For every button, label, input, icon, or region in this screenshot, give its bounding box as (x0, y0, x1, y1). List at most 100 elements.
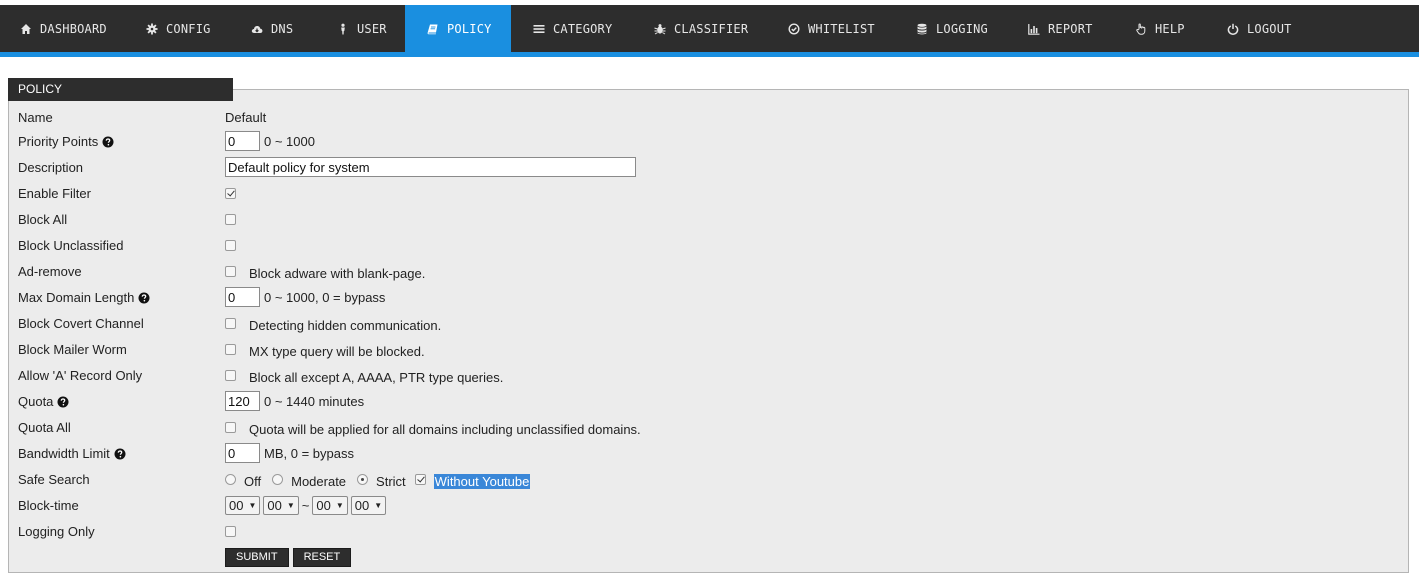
row-quota: Quota 0 ~ 1440 minutes (18, 390, 1398, 412)
enable-filter-checkbox[interactable] (225, 187, 236, 199)
question-circle-icon[interactable] (57, 396, 69, 408)
block-all-value (225, 208, 236, 230)
row-max-domain-length: Max Domain Length 0 ~ 1000, 0 = bypass (18, 286, 1398, 308)
allow-a-record-only-text: Block all except A, AAAA, PTR type queri… (249, 369, 504, 385)
bug-icon (653, 22, 666, 35)
submit-button[interactable]: SUBMIT (225, 547, 289, 567)
safe-search-off-label: Off (244, 473, 262, 489)
nav-dashboard[interactable]: DASHBOARD (19, 5, 107, 52)
ad-remove-label: Ad-remove (18, 264, 82, 279)
block-mailer-worm-checkbox[interactable] (225, 343, 236, 355)
caret-down-icon: ▼ (335, 500, 344, 510)
question-circle-icon[interactable] (102, 136, 114, 148)
allow-a-record-only-value: Block all except A, AAAA, PTR type queri… (225, 364, 503, 386)
name-value: Default (225, 109, 267, 125)
bandwidth-limit-value: MB, 0 = bypass (225, 442, 354, 464)
power-icon (1226, 22, 1239, 35)
block-mailer-worm-value: MX type query will be blocked. (225, 338, 425, 360)
row-ad-remove: Ad-remove Block adware with blank-page. (18, 260, 1398, 282)
select-value: 00 (316, 497, 331, 513)
book-icon (426, 22, 439, 35)
cloud-download-icon (250, 22, 263, 35)
allow-a-record-only-checkbox[interactable] (225, 369, 236, 381)
caret-down-icon: ▼ (286, 500, 295, 510)
block-mailer-worm-text: MX type query will be blocked. (249, 343, 425, 359)
nav-logging[interactable]: LOGGING (915, 5, 988, 52)
caret-down-icon: ▼ (248, 500, 257, 510)
without-youtube-checkbox[interactable] (414, 473, 426, 485)
select-value: 00 (229, 497, 244, 513)
nav-report[interactable]: REPORT (1027, 5, 1093, 52)
row-safe-search: Safe Search Off Moderate Strict Without … (18, 468, 1398, 490)
max-domain-length-input[interactable] (225, 287, 260, 307)
nav-category[interactable]: CATEGORY (532, 5, 612, 52)
priority-points-label: Priority Points (18, 134, 114, 149)
priority-points-input[interactable] (225, 131, 260, 151)
priority-points-value: 0 ~ 1000 (225, 130, 315, 152)
quota-all-label: Quota All (18, 420, 71, 435)
database-icon (915, 22, 928, 35)
row-block-covert-channel: Block Covert Channel Detecting hidden co… (18, 312, 1398, 334)
reset-button[interactable]: RESET (292, 547, 352, 567)
label-text: Max Domain Length (18, 290, 135, 305)
block-covert-channel-value: Detecting hidden communication. (225, 312, 441, 334)
nav-user[interactable]: USER (336, 5, 387, 52)
logging-only-value (225, 520, 236, 542)
block-covert-channel-text: Detecting hidden communication. (249, 317, 442, 333)
nav-logout[interactable]: LOGOUT (1226, 5, 1292, 52)
nav-label: USER (357, 21, 387, 36)
nav-label: CLASSIFIER (674, 21, 749, 36)
quota-input[interactable] (225, 391, 260, 411)
block-unclassified-label: Block Unclassified (18, 238, 124, 253)
label-text: Priority Points (18, 134, 99, 149)
row-enable-filter: Enable Filter (18, 182, 1398, 204)
description-label: Description (18, 160, 84, 175)
priority-points-hint: 0 ~ 1000 (264, 133, 315, 149)
quota-hint: 0 ~ 1440 minutes (264, 393, 365, 409)
ad-remove-checkbox[interactable] (225, 265, 236, 277)
nav-label: WHITELIST (808, 21, 875, 36)
safe-search-strict-radio[interactable] (357, 473, 369, 485)
quota-all-checkbox[interactable] (225, 421, 236, 433)
quota-all-value: Quota will be applied for all domains in… (225, 416, 641, 438)
check-circle-icon (787, 22, 800, 35)
bandwidth-limit-input[interactable] (225, 443, 260, 463)
start-minute-select[interactable]: 00 ▼ (263, 495, 299, 515)
user-icon (336, 22, 349, 35)
enable-filter-value (225, 182, 236, 204)
nav-policy[interactable]: POLICY (405, 5, 511, 52)
select-value: 00 (354, 497, 370, 513)
nav-label: POLICY (447, 21, 492, 36)
name-label: Name (18, 110, 53, 125)
without-youtube-label: Without Youtube (433, 473, 531, 489)
label-text: Bandwidth Limit (18, 446, 110, 461)
end-minute-select[interactable]: 00 ▼ (350, 495, 387, 515)
nav-whitelist[interactable]: WHITELIST (787, 5, 875, 52)
logging-only-label: Logging Only (18, 524, 95, 539)
safe-search-moderate-radio[interactable] (272, 473, 284, 485)
nav-label: REPORT (1048, 21, 1093, 36)
nav-config[interactable]: CONFIG (145, 5, 211, 52)
list-icon (532, 22, 545, 35)
description-input[interactable] (225, 157, 636, 177)
nav-classifier[interactable]: CLASSIFIER (653, 5, 748, 52)
safe-search-moderate-label: Moderate (291, 473, 347, 489)
nav-label: CATEGORY (553, 21, 613, 36)
question-circle-icon[interactable] (138, 292, 150, 304)
block-time-value: 00 ▼ 00 ▼ ~ 00 ▼ 00 ▼ (225, 494, 389, 516)
caret-down-icon: ▼ (374, 500, 383, 510)
end-hour-select[interactable]: 00 ▼ (312, 495, 348, 515)
bandwidth-limit-label: Bandwidth Limit (18, 446, 126, 461)
safe-search-off-radio[interactable] (225, 473, 236, 485)
logging-only-checkbox[interactable] (225, 525, 236, 537)
nav-help[interactable]: HELP (1134, 5, 1185, 52)
ad-remove-value: Block adware with blank-page. (225, 260, 425, 282)
start-hour-select[interactable]: 00 ▼ (225, 495, 261, 515)
nav-dns[interactable]: DNS (250, 5, 293, 52)
block-covert-channel-checkbox[interactable] (225, 317, 236, 329)
block-all-checkbox[interactable] (225, 213, 236, 225)
max-domain-length-label: Max Domain Length (18, 290, 150, 305)
question-circle-icon[interactable] (114, 448, 126, 460)
block-unclassified-checkbox[interactable] (225, 239, 236, 251)
row-name: Name Default (18, 106, 1398, 128)
